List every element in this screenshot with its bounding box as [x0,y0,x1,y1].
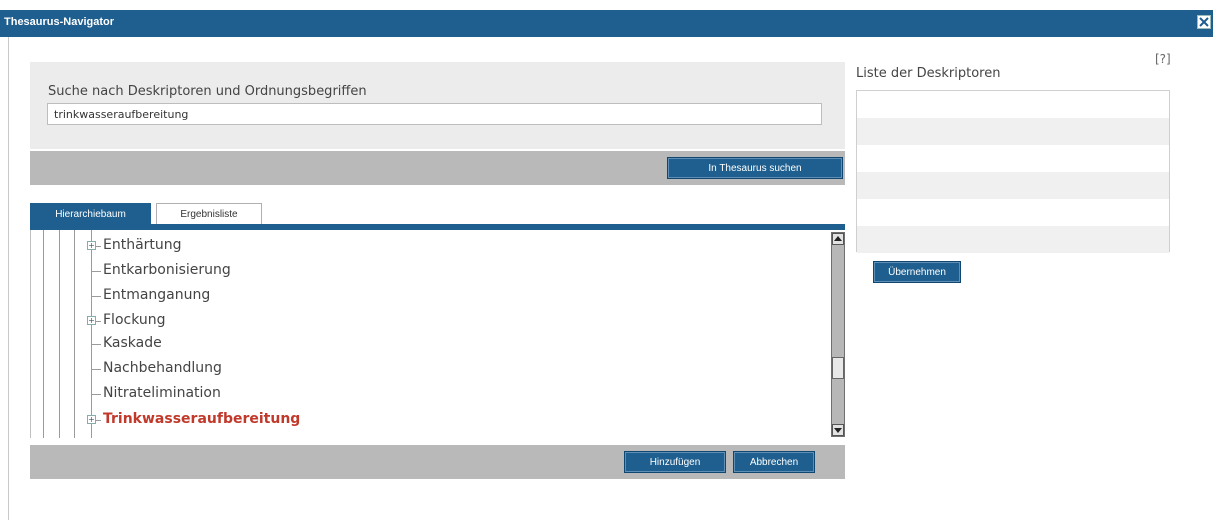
expand-icon[interactable]: + [87,316,96,325]
tree-item-label: Flockung [103,312,166,328]
list-item[interactable] [857,91,1169,118]
tab-hierarchiebaum[interactable]: Hierarchiebaum [30,203,151,225]
scroll-up-arrow-icon[interactable] [832,233,844,245]
descriptor-list-title: Liste der Deskriptoren [856,66,1001,81]
descriptor-list[interactable] [856,90,1170,253]
tree-item-label: Enthärtung [103,237,182,253]
tree-item-label: Nitratelimination [103,385,221,401]
tree-guide-line [91,230,92,438]
expand-icon[interactable]: + [87,415,96,424]
tree-item-label: Nachbehandlung [103,360,222,376]
search-panel-body: Suche nach Deskriptoren und Ordnungsbegr… [30,62,845,149]
tree-action-bar: Hinzufügen Abbrechen [30,445,845,479]
tree-guide-line [43,230,44,438]
tree-item-label: Trinkwasseraufbereitung [103,411,301,427]
tree-guide-line [59,230,60,438]
add-button[interactable]: Hinzufügen [624,451,726,473]
help-link[interactable]: [?] [1155,52,1171,66]
apply-button[interactable]: Übernehmen [873,261,961,283]
list-item[interactable] [857,145,1169,172]
dialog-border [8,37,9,520]
list-item[interactable] [857,172,1169,199]
cancel-button[interactable]: Abbrechen [733,451,815,473]
tree-guide-line [74,230,75,438]
window-title: Thesaurus-Navigator [4,16,115,28]
list-item[interactable] [857,226,1169,253]
scroll-thumb[interactable] [832,357,844,379]
expand-icon[interactable]: + [87,241,96,250]
search-panel: Suche nach Deskriptoren und Ordnungsbegr… [30,62,845,185]
tree-item-label: Kaskade [103,335,162,351]
search-button-bar: In Thesaurus suchen [30,151,845,185]
scroll-down-arrow-icon[interactable] [832,424,844,436]
title-bar: Thesaurus-Navigator [0,10,1213,37]
close-icon[interactable] [1197,15,1211,29]
tab-ergebnisliste[interactable]: Ergebnisliste [156,203,262,225]
list-item[interactable] [857,118,1169,145]
hierarchy-tree: + Enthärtung Entkarbonisierung Entmangan… [30,230,845,438]
tree-item-label: Entkarbonisierung [103,262,231,278]
search-input[interactable] [47,103,822,125]
tree-scrollbar[interactable] [831,232,845,437]
list-item[interactable] [857,199,1169,226]
search-label: Suche nach Deskriptoren und Ordnungsbegr… [48,84,367,99]
tree-item-label: Entmanganung [103,287,211,303]
thesaurus-search-button[interactable]: In Thesaurus suchen [667,157,843,179]
